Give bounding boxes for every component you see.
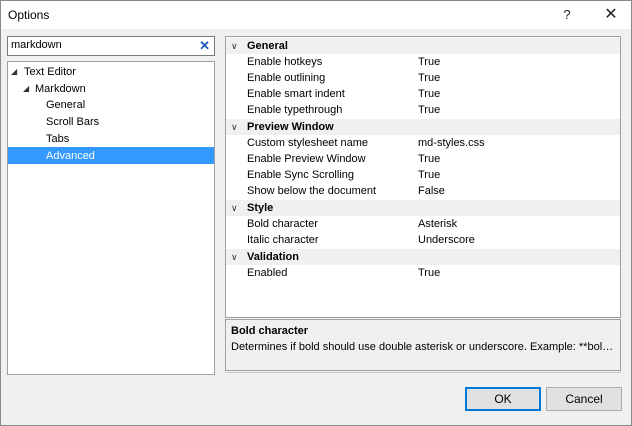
- collapse-chevron-icon[interactable]: ∨: [231, 200, 238, 216]
- expanded-arrow-icon[interactable]: ◢: [11, 64, 21, 80]
- category-validation[interactable]: ∨ Validation: [226, 249, 620, 265]
- property-name: Enable typethrough: [247, 104, 343, 116]
- property-value[interactable]: True: [418, 102, 440, 118]
- tree-item-label: Markdown: [35, 83, 86, 95]
- tree-item-label: Tabs: [46, 133, 70, 145]
- property-value[interactable]: True: [418, 151, 440, 167]
- cancel-button[interactable]: Cancel: [546, 387, 622, 411]
- close-button[interactable]: ✕: [589, 1, 632, 29]
- options-dialog: Options ? ✕ ✕ ◢ Text Editor ◢ Markdown G…: [0, 0, 632, 426]
- tree-item-tabs[interactable]: Tabs: [46, 131, 69, 147]
- category-label: Style: [247, 202, 274, 214]
- category-label: Validation: [247, 251, 299, 263]
- property-value[interactable]: True: [418, 265, 440, 281]
- property-value[interactable]: False: [418, 183, 445, 199]
- tree-item-general[interactable]: General: [46, 97, 85, 113]
- property-row[interactable]: Enable Preview Window True: [226, 151, 620, 167]
- tree-item-label: Scroll Bars: [46, 116, 100, 128]
- collapse-chevron-icon[interactable]: ∨: [231, 249, 238, 265]
- tree-item-scroll-bars[interactable]: Scroll Bars: [46, 114, 99, 130]
- property-row[interactable]: Enabled True: [226, 265, 620, 281]
- collapse-chevron-icon[interactable]: ∨: [231, 38, 238, 54]
- description-title: Bold character: [231, 325, 309, 337]
- property-row[interactable]: Enable hotkeys True: [226, 54, 620, 70]
- property-name: Enable smart indent: [247, 88, 345, 100]
- category-label: General: [247, 40, 288, 52]
- property-value[interactable]: True: [418, 167, 440, 183]
- property-name: Custom stylesheet name: [247, 137, 369, 149]
- property-name: Enable Sync Scrolling: [247, 169, 355, 181]
- options-tree[interactable]: ◢ Text Editor ◢ Markdown General Scroll …: [7, 61, 215, 375]
- tree-selection-highlight: [8, 147, 214, 164]
- property-name: Enabled: [247, 267, 288, 279]
- tree-item-label: Text Editor: [24, 66, 76, 78]
- clear-search-icon[interactable]: ✕: [199, 38, 210, 53]
- property-row[interactable]: Bold character Asterisk: [226, 216, 620, 232]
- expanded-arrow-icon[interactable]: ◢: [23, 81, 33, 97]
- property-row[interactable]: Enable outlining True: [226, 70, 620, 86]
- property-name: Bold character: [247, 218, 318, 230]
- search-input[interactable]: [11, 38, 191, 52]
- property-name: Enable hotkeys: [247, 56, 323, 68]
- property-value[interactable]: True: [418, 70, 440, 86]
- property-row[interactable]: Enable smart indent True: [226, 86, 620, 102]
- title-bar: Options ? ✕: [1, 1, 631, 29]
- property-value[interactable]: True: [418, 86, 440, 102]
- category-style[interactable]: ∨ Style: [226, 200, 620, 216]
- description-panel: Bold character Determines if bold should…: [225, 319, 621, 371]
- property-name: Show below the document: [247, 185, 377, 197]
- category-label: Preview Window: [247, 121, 334, 133]
- category-preview-window[interactable]: ∨ Preview Window: [226, 119, 620, 135]
- property-row[interactable]: Enable Sync Scrolling True: [226, 167, 620, 183]
- collapse-chevron-icon[interactable]: ∨: [231, 119, 238, 135]
- property-value[interactable]: True: [418, 54, 440, 70]
- property-row[interactable]: Italic character Underscore: [226, 232, 620, 248]
- property-name: Enable Preview Window: [247, 153, 366, 165]
- property-value[interactable]: Underscore: [418, 232, 475, 248]
- property-value[interactable]: Asterisk: [418, 216, 457, 232]
- description-text: Determines if bold should use double ast…: [231, 341, 617, 353]
- tree-item-label: General: [46, 99, 86, 111]
- help-button[interactable]: ?: [545, 1, 589, 29]
- ok-button[interactable]: OK: [465, 387, 541, 411]
- window-title: Options: [8, 8, 50, 22]
- tree-item-label: Advanced: [46, 150, 95, 162]
- property-row[interactable]: Custom stylesheet name md-styles.css: [226, 135, 620, 151]
- property-name: Italic character: [247, 234, 319, 246]
- search-box[interactable]: ✕: [7, 36, 215, 56]
- property-grid[interactable]: ∨ General Enable hotkeys True Enable out…: [225, 36, 621, 318]
- tree-item-advanced[interactable]: Advanced: [46, 148, 95, 164]
- property-row[interactable]: Show below the document False: [226, 183, 620, 199]
- divider: [225, 372, 621, 373]
- property-value[interactable]: md-styles.css: [418, 135, 485, 151]
- category-general[interactable]: ∨ General: [226, 38, 620, 54]
- property-name: Enable outlining: [247, 72, 326, 84]
- property-row[interactable]: Enable typethrough True: [226, 102, 620, 118]
